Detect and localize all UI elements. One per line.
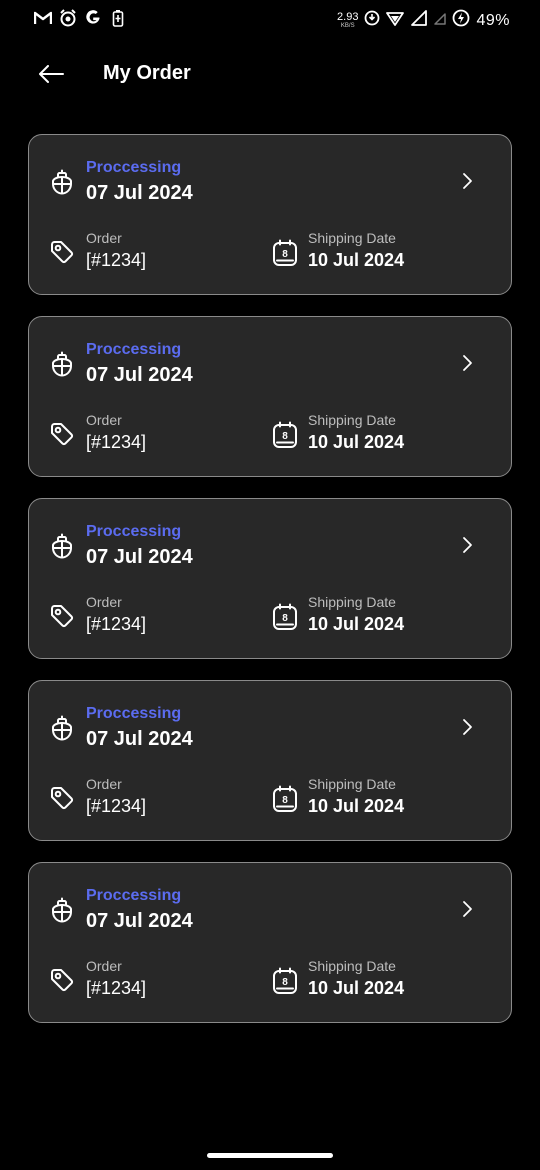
network-speed-unit: KB/S [340,23,355,29]
arrow-left-icon [39,65,64,83]
shipping-date-label: Shipping Date [308,412,396,428]
battery-icon [452,9,470,32]
home-indicator[interactable] [207,1153,333,1158]
battery-percent: 49% [476,11,510,29]
order-date: 07 Jul 2024 [86,364,193,386]
order-status: Proccessing [86,341,182,358]
order-card[interactable]: Proccessing 07 Jul 2024 Order [#1234] 8 … [28,680,512,841]
order-number: [#1234] [86,250,147,270]
calendar-day: 8 [282,613,288,624]
order-date: 07 Jul 2024 [86,728,193,750]
alarm-icon [59,9,77,27]
calendar-day: 8 [282,431,288,442]
calendar-day: 8 [282,249,288,260]
order-number: [#1234] [86,614,147,634]
order-card[interactable]: Proccessing 07 Jul 2024 Order [#1234] 8 … [28,498,512,659]
order-number: [#1234] [86,978,147,998]
order-number: [#1234] [86,432,147,452]
tag-icon [51,969,74,992]
order-status: Proccessing [86,523,182,540]
calendar-day: 8 [282,977,288,988]
order-status: Proccessing [86,705,182,722]
ship-icon [52,351,72,377]
wifi-icon [386,10,405,31]
shipping-date-label: Shipping Date [308,958,396,974]
battery-saver-icon [109,9,127,27]
data-saver-icon [364,10,380,31]
chevron-right-icon[interactable] [459,353,475,373]
calendar-icon: 8 [273,967,297,994]
order-label: Order [86,412,122,428]
calendar-icon: 8 [273,603,297,630]
ship-icon [52,533,72,559]
status-bar: 2.93 KB/S 49% [0,0,540,40]
order-date: 07 Jul 2024 [86,910,193,932]
shipping-date: 10 Jul 2024 [308,250,405,270]
chevron-right-icon[interactable] [459,899,475,919]
order-label: Order [86,776,122,792]
order-list: Proccessing 07 Jul 2024 Order [#1234] 8 … [28,134,512,1044]
order-label: Order [86,958,122,974]
order-card[interactable]: Proccessing 07 Jul 2024 Order [#1234] 8 … [28,862,512,1023]
signal-2-icon [434,11,447,30]
order-date: 07 Jul 2024 [86,182,193,204]
calendar-icon: 8 [273,785,297,812]
app-header: My Order [0,50,540,98]
chevron-right-icon[interactable] [459,717,475,737]
network-speed-value: 2.93 [337,11,359,23]
network-speed: 2.93 KB/S [337,11,359,30]
shipping-date: 10 Jul 2024 [308,796,405,816]
ship-icon [52,169,72,195]
back-button[interactable] [36,60,66,88]
tag-icon [51,423,74,446]
shipping-date-label: Shipping Date [308,776,396,792]
signal-icon [410,10,428,31]
order-card[interactable]: Proccessing 07 Jul 2024 Order [#1234] 8 … [28,134,512,295]
order-label: Order [86,230,122,246]
calendar-icon: 8 [273,239,297,266]
calendar-day: 8 [282,795,288,806]
shipping-date: 10 Jul 2024 [308,978,405,998]
notification-icons [34,9,127,27]
gmail-icon [34,9,52,27]
order-label: Order [86,594,122,610]
shipping-date: 10 Jul 2024 [308,614,405,634]
shipping-date: 10 Jul 2024 [308,432,405,452]
shipping-date-label: Shipping Date [308,594,396,610]
chevron-right-icon[interactable] [459,535,475,555]
shipping-date-label: Shipping Date [308,230,396,246]
order-status: Proccessing [86,159,182,176]
chevron-right-icon[interactable] [459,171,475,191]
tag-icon [51,241,74,264]
order-date: 07 Jul 2024 [86,546,193,568]
order-card[interactable]: Proccessing 07 Jul 2024 Order [#1234] 8 … [28,316,512,477]
ship-icon [52,897,72,923]
tag-icon [51,787,74,810]
google-icon [84,9,102,27]
page-title: My Order [103,62,191,84]
order-number: [#1234] [86,796,147,816]
ship-icon [52,715,72,741]
system-icons: 2.93 KB/S 49% [337,9,510,32]
order-status: Proccessing [86,887,182,904]
calendar-icon: 8 [273,421,297,448]
tag-icon [51,605,74,628]
